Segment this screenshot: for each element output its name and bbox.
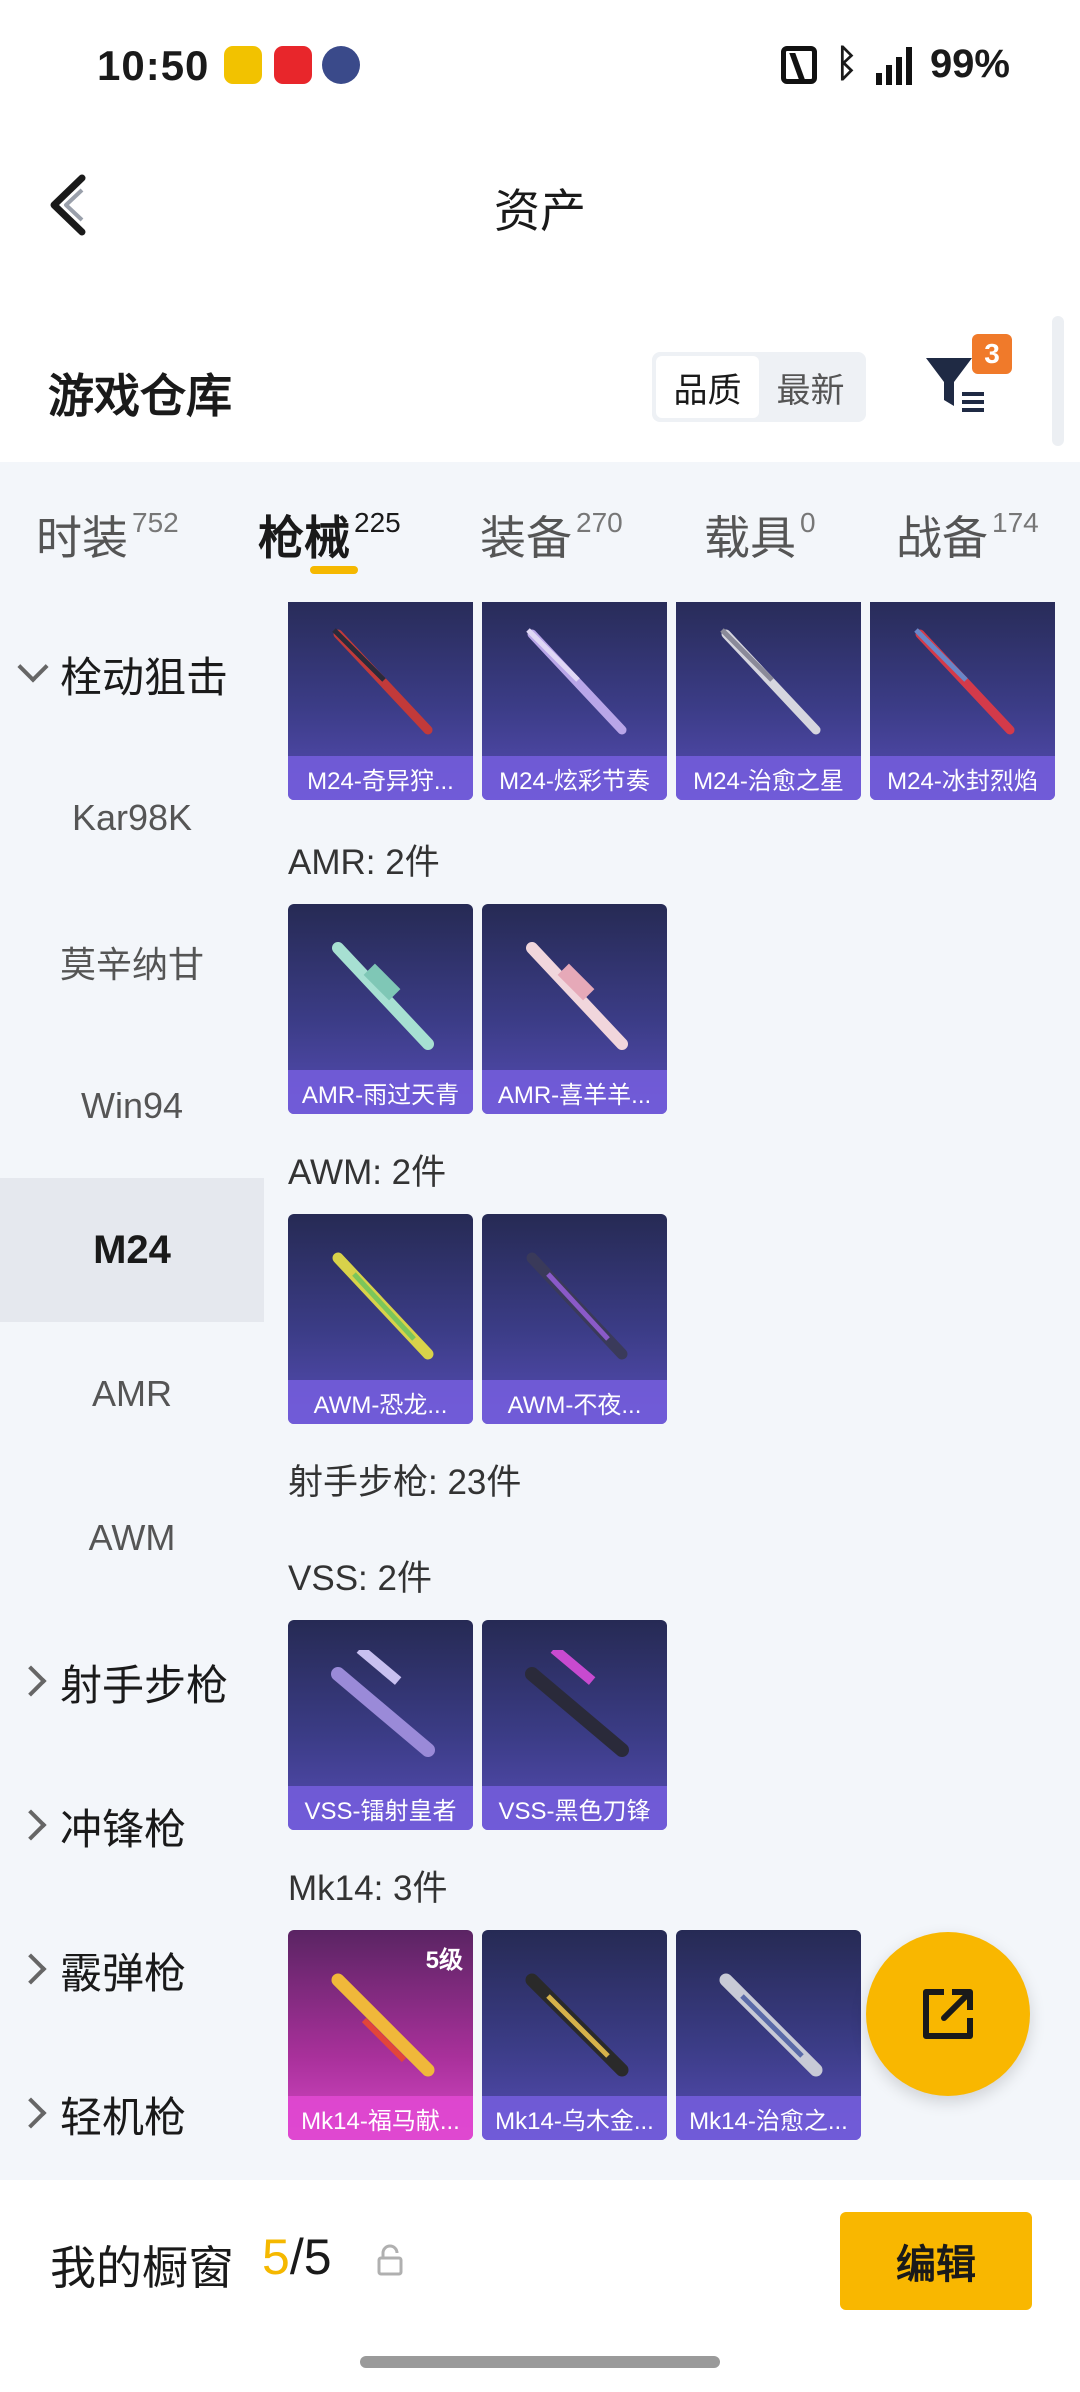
weapon-card-label: VSS-黑色刀锋 xyxy=(482,1786,667,1830)
tab-equipment[interactable]: 装备 270 xyxy=(480,502,623,568)
sidebar-item-bolt-action[interactable]: 栓动狙击 xyxy=(0,602,264,746)
category-tabs: 时装 752 枪械 225 装备 270 载具 0 战备 174 xyxy=(0,462,1080,602)
share-icon xyxy=(923,1989,973,2039)
rifle-image xyxy=(526,942,628,1050)
weapon-card[interactable]: AWM-恐龙... xyxy=(288,1214,473,1424)
showcase-label: 我的橱窗 xyxy=(50,2242,234,2294)
lock-icon xyxy=(377,2244,403,2276)
weapon-card[interactable]: M24-炫彩节奏 xyxy=(482,602,667,800)
edit-button[interactable]: 编辑 xyxy=(840,2212,1032,2310)
sidebar-item-win94[interactable]: Win94 xyxy=(0,1034,264,1178)
rifle-image xyxy=(719,1973,823,2077)
weapon-card-label: AMR-雨过天青 xyxy=(288,1070,473,1114)
rifle-image xyxy=(331,1973,435,2077)
weapon-card[interactable]: VSS-镭射皇者 xyxy=(288,1620,473,1830)
tab-weapons[interactable]: 枪械 225 xyxy=(258,502,401,568)
weapon-card[interactable]: M24-奇异狩... xyxy=(288,602,473,800)
bluetooth-icon: ᛒ xyxy=(835,43,858,85)
sidebar-item-smg[interactable]: 冲锋枪 xyxy=(0,1754,264,1898)
showcase-count: 5/5 xyxy=(262,2229,332,2285)
sidebar-item-amr[interactable]: AMR xyxy=(0,1322,264,1466)
sidebar-item-dmr[interactable]: 射手步枪 xyxy=(0,1610,264,1754)
weapon-card[interactable]: 5级 Mk14-福马献... xyxy=(288,1930,473,2140)
page-header: 资产 xyxy=(0,150,1080,260)
warehouse-header: 游戏仓库 xyxy=(0,320,1080,460)
home-indicator[interactable] xyxy=(360,2356,720,2368)
sidebar-item-kar98k[interactable]: Kar98K xyxy=(0,746,264,890)
weapon-card[interactable]: Mk14-治愈之... xyxy=(676,1930,861,2140)
share-button[interactable] xyxy=(866,1932,1030,2096)
weapon-card-label: AMR-喜羊羊... xyxy=(482,1070,667,1114)
weapon-card-label: M24-炫彩节奏 xyxy=(482,756,667,800)
status-icons: ᛒ 99% xyxy=(781,42,1010,87)
chevron-right-icon xyxy=(15,2097,47,2129)
weapon-card[interactable]: M24-治愈之星 xyxy=(676,602,861,800)
rifle-image xyxy=(332,1252,434,1360)
weapon-card[interactable]: AMR-喜羊羊... xyxy=(482,904,667,1114)
tab-vehicles[interactable]: 载具 0 xyxy=(704,502,816,568)
chevron-right-icon xyxy=(15,1809,47,1841)
sort-toggle: 品质 最新 xyxy=(652,352,866,422)
sidebar-item-shotgun[interactable]: 霰弹枪 xyxy=(0,1898,264,2042)
filter-count-badge: 3 xyxy=(972,334,1012,374)
nfc-icon xyxy=(781,45,818,84)
battery-text: 99% xyxy=(929,42,1010,86)
section-title-awm: AWM: 2件 xyxy=(288,1153,447,1192)
weapon-card-label: Mk14-福马献... xyxy=(288,2096,473,2140)
rifle-image xyxy=(332,628,433,735)
weapon-card-label: M24-奇异狩... xyxy=(288,756,473,800)
weapon-card[interactable]: Mk14-乌木金... xyxy=(482,1930,667,2140)
weapon-card-label: Mk14-乌木金... xyxy=(482,2096,667,2140)
sidebar-item-mosin[interactable]: 莫辛纳甘 xyxy=(0,890,264,1034)
scrollbar[interactable] xyxy=(1052,316,1064,446)
rifle-image xyxy=(526,628,627,735)
weapon-card-label: Mk14-治愈之... xyxy=(676,2096,861,2140)
sort-newest-button[interactable]: 最新 xyxy=(759,356,862,418)
section-title-mk14: Mk14: 3件 xyxy=(288,1869,448,1908)
status-bar: 10:50 ᛒ 99% xyxy=(0,0,1080,130)
weapon-card-label: M24-冰封烈焰 xyxy=(870,756,1055,800)
rifle-image xyxy=(332,942,434,1050)
rifle-image xyxy=(720,628,821,735)
weapon-card-label: AWM-不夜... xyxy=(482,1380,667,1424)
rifle-image xyxy=(331,1650,435,1757)
sidebar-item-awm[interactable]: AWM xyxy=(0,1466,264,1610)
weapon-category-sidebar: 栓动狙击 Kar98K 莫辛纳甘 Win94 M24 AMR AWM 射手步枪 … xyxy=(0,602,264,2180)
status-time: 10:50 xyxy=(97,42,210,89)
section-title-vss: VSS: 2件 xyxy=(288,1559,432,1598)
signal-icon xyxy=(875,45,912,85)
section-title-dmr: 射手步枪: 23件 xyxy=(288,1463,522,1502)
weapon-card-label: VSS-镭射皇者 xyxy=(288,1786,473,1830)
rifle-image xyxy=(525,1650,629,1757)
tab-fashion[interactable]: 时装 752 xyxy=(36,502,179,568)
warehouse-title: 游戏仓库 xyxy=(48,370,232,422)
rifle-image xyxy=(525,1973,629,2077)
chevron-right-icon xyxy=(15,1665,47,1697)
notification-app-icon xyxy=(322,46,360,84)
chevron-right-icon xyxy=(15,1953,47,1985)
rifle-image xyxy=(914,628,1015,735)
chevron-down-icon xyxy=(17,651,49,683)
tab-combat-prep[interactable]: 战备 174 xyxy=(896,502,1039,568)
weapon-card-label: AWM-恐龙... xyxy=(288,1380,473,1424)
rifle-image xyxy=(526,1252,628,1360)
sidebar-item-lmg[interactable]: 轻机枪 xyxy=(0,2042,264,2180)
weapon-card[interactable]: AWM-不夜... xyxy=(482,1214,667,1424)
notification-app-icon xyxy=(274,46,312,84)
page-title: 资产 xyxy=(494,185,586,237)
sidebar-item-m24[interactable]: M24 xyxy=(0,1178,264,1322)
weapon-card[interactable]: M24-冰封烈焰 xyxy=(870,602,1055,800)
section-title-amr: AMR: 2件 xyxy=(288,843,440,882)
notification-app-icon xyxy=(224,46,262,84)
weapon-card[interactable]: AMR-雨过天青 xyxy=(288,904,473,1114)
active-tab-indicator xyxy=(310,566,358,574)
sort-quality-button[interactable]: 品质 xyxy=(656,356,759,418)
weapon-card-label: M24-治愈之星 xyxy=(676,756,861,800)
weapon-card[interactable]: VSS-黑色刀锋 xyxy=(482,1620,667,1830)
